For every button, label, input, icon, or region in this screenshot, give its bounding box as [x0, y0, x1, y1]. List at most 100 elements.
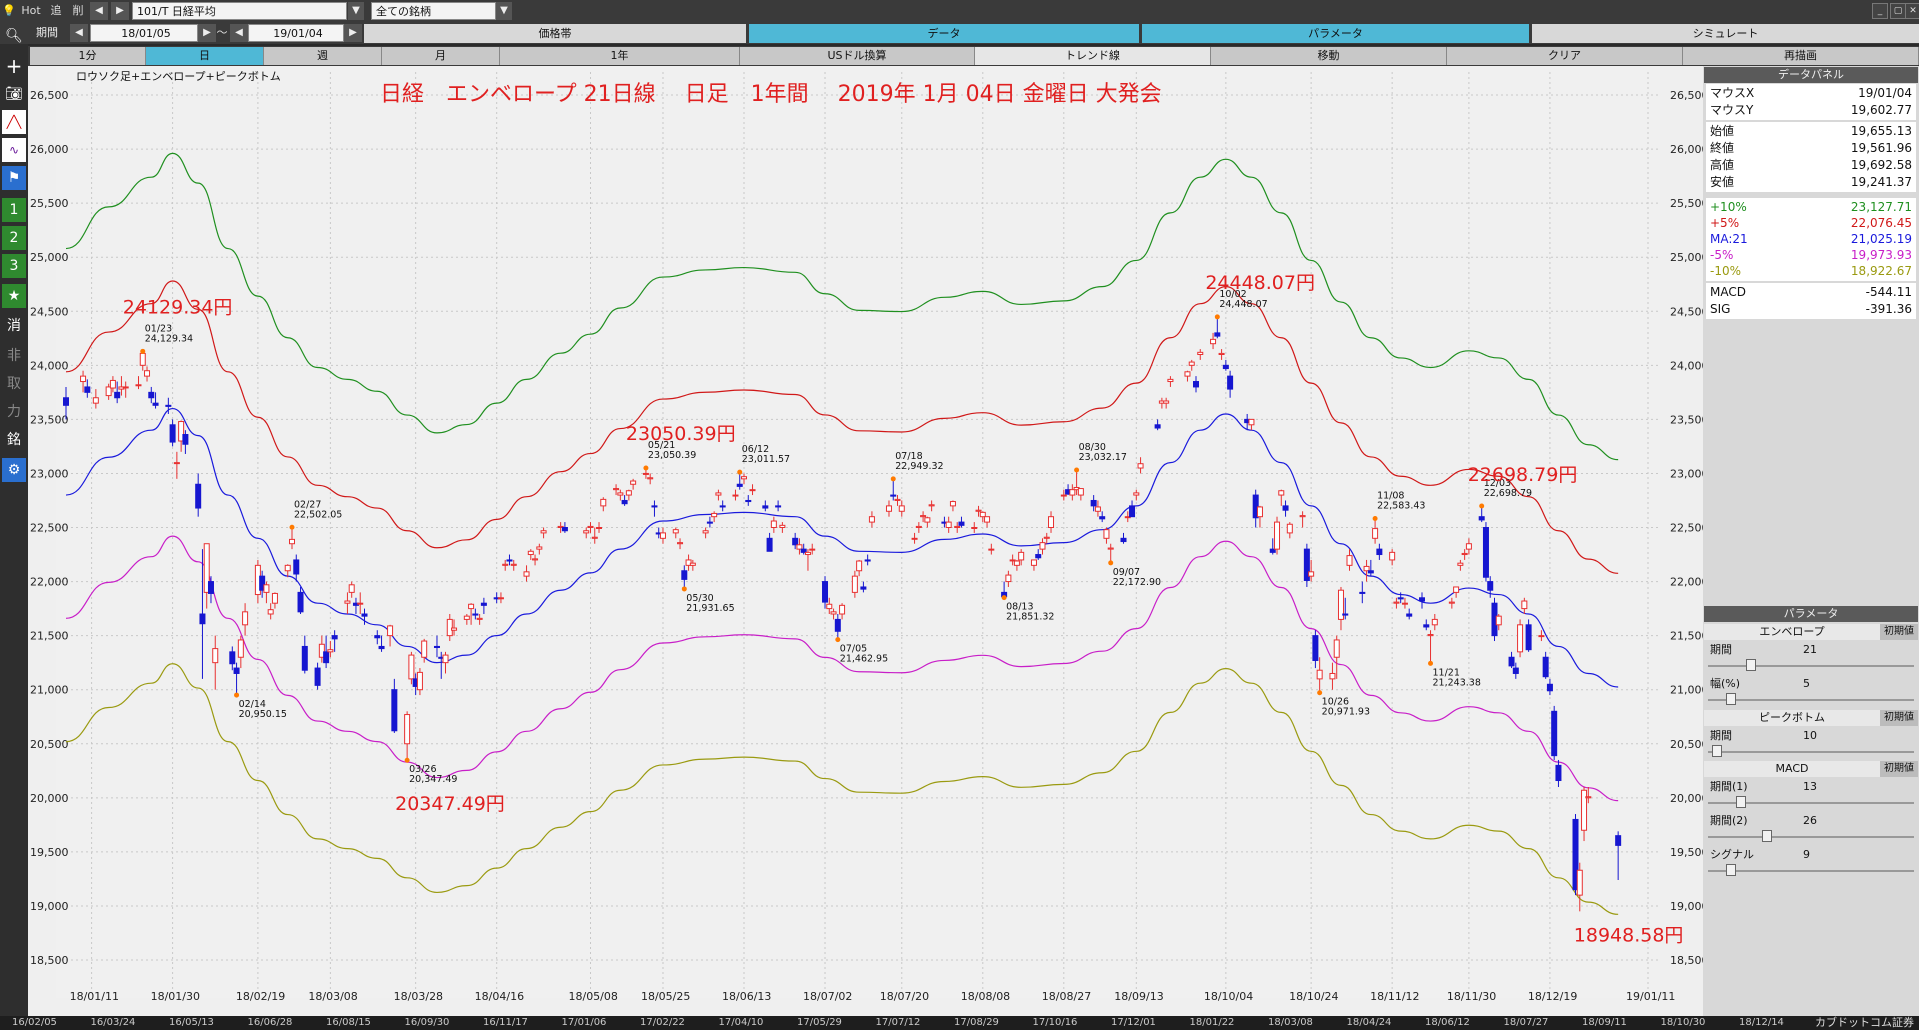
filter-select[interactable]: 全ての銘柄: [371, 2, 496, 20]
x-tick-label: 18/02/19: [236, 990, 285, 1003]
data-row-key: マウスY: [1710, 103, 1754, 117]
peak-bottom-marker: [1317, 690, 1323, 696]
candle-body: [293, 559, 300, 575]
symbol-button[interactable]: 銘: [2, 428, 26, 452]
add-button[interactable]: 追: [46, 2, 66, 20]
tab-1year[interactable]: 1年: [500, 47, 740, 65]
candle-body: [1218, 352, 1225, 356]
candle-body: [1227, 375, 1234, 390]
candle-body: [1555, 764, 1562, 782]
date-from-next-button[interactable]: ▶: [198, 24, 216, 42]
camera-icon[interactable]: 📷︎: [2, 82, 26, 106]
candle-body: [702, 530, 709, 534]
candle-body: [1393, 601, 1400, 604]
y-tick-label-right: 23,000: [1670, 467, 1703, 480]
price-annotation: 22698.79円: [1468, 464, 1578, 486]
candle-body: [284, 564, 291, 572]
usd-convert-button[interactable]: USドル換算: [740, 47, 975, 65]
chart-title: 日経 エンベロープ 21日線 日足 1年間 2019年 1月 04日 金曜日 大…: [380, 82, 1162, 107]
date-to-next-button[interactable]: ▶: [344, 24, 362, 42]
tab-price-band[interactable]: 価格帯: [364, 24, 746, 43]
x-tick-label: 18/08/27: [1042, 990, 1091, 1003]
overview-date-label: 17/01/06: [561, 1017, 607, 1028]
candle-body: [297, 591, 304, 613]
tab-parameters[interactable]: パラメータ: [1142, 24, 1529, 43]
y-tick-label-right: 20,000: [1670, 792, 1703, 805]
candle-body: [1461, 552, 1468, 556]
erase-button[interactable]: 消: [2, 314, 26, 338]
candle-body: [182, 434, 189, 445]
candle-body: [1482, 527, 1489, 578]
data-row: SIG -391.36: [1706, 300, 1916, 319]
peak-bottom-marker: [1001, 595, 1007, 601]
peakbottom-period-slider[interactable]: [1708, 745, 1914, 757]
overview-date-label: 18/07/27: [1503, 1017, 1549, 1028]
chart-alt-icon[interactable]: ∿: [2, 138, 26, 162]
candle-body: [711, 512, 718, 518]
trendline-button[interactable]: トレンド線: [975, 47, 1211, 65]
envelope-width-slider[interactable]: [1708, 693, 1914, 705]
preset-3-button[interactable]: 3: [2, 254, 26, 278]
candle-body: [523, 571, 530, 577]
peakbottom-reset-button[interactable]: 初期値: [1880, 710, 1918, 726]
date-from-field[interactable]: 18/01/05: [90, 24, 198, 42]
crosshair-icon[interactable]: +: [2, 54, 26, 78]
peak-bottom-value: 24,448.07: [1219, 299, 1267, 310]
tab-monthly[interactable]: 月: [382, 47, 500, 65]
filter-dropdown-icon[interactable]: ▼: [496, 2, 512, 20]
candle-body: [979, 511, 986, 518]
x-tick-label: 19/01/11: [1626, 990, 1675, 1003]
candle-body: [1286, 523, 1293, 534]
symbol-dropdown-icon[interactable]: ▼: [348, 2, 364, 20]
tab-weekly[interactable]: 週: [264, 47, 382, 65]
restore-icon[interactable]: ▢: [1890, 3, 1906, 19]
date-to-prev-button[interactable]: ◀: [230, 24, 248, 42]
redraw-button[interactable]: 再描画: [1683, 47, 1919, 65]
macd-sig-slider[interactable]: [1708, 864, 1914, 876]
peak-bottom-marker: [234, 692, 240, 698]
preset-2-button[interactable]: 2: [2, 226, 26, 250]
hide-button[interactable]: 非: [2, 344, 26, 368]
lightbulb-icon[interactable]: 💡: [2, 2, 16, 20]
hot-button[interactable]: Hot: [18, 2, 44, 20]
price-chart[interactable]: 26,500 26,500 26,000 26,000 25,500 25,500 25,0…: [28, 66, 1703, 1016]
candle-body: [630, 480, 637, 485]
macd-reset-button[interactable]: 初期値: [1880, 761, 1918, 777]
macd-p1-slider[interactable]: [1708, 796, 1914, 808]
y-tick-label-left: 20,000: [30, 792, 69, 805]
data-row: -10% 18,922.67: [1706, 262, 1916, 281]
chart-icon[interactable]: ╱╲: [2, 110, 26, 134]
gear-icon[interactable]: ⚙: [2, 458, 26, 482]
candle-body: [1576, 869, 1583, 896]
clear-button[interactable]: クリア: [1447, 47, 1683, 65]
tab-data[interactable]: データ: [749, 24, 1139, 43]
symbol-field[interactable]: 101/T 日経平均: [132, 2, 347, 20]
date-to-field[interactable]: 19/01/04: [248, 24, 344, 42]
flag-icon[interactable]: ⚑: [2, 166, 26, 190]
envelope-period-slider[interactable]: [1708, 659, 1914, 671]
candle-body: [561, 527, 568, 532]
date-from-prev-button[interactable]: ◀: [70, 24, 88, 42]
move-button[interactable]: 移動: [1211, 47, 1447, 65]
search-icon[interactable]: 🔍︎: [2, 24, 26, 48]
macd-p1-value: 13: [1803, 780, 1817, 793]
tab-simulate[interactable]: シミュレート: [1532, 24, 1919, 43]
chart-area[interactable]: 26,500 26,500 26,000 26,000 25,500 25,500 25,0…: [28, 66, 1703, 1016]
tab-1min[interactable]: 1分: [30, 47, 146, 65]
candle-body: [911, 537, 918, 540]
minimize-icon[interactable]: _: [1872, 3, 1888, 19]
candle-body: [468, 603, 475, 610]
fetch-button[interactable]: 取: [2, 372, 26, 396]
prev-symbol-button[interactable]: ◀: [90, 2, 108, 20]
next-symbol-button[interactable]: ▶: [111, 2, 129, 20]
candle-body: [1210, 338, 1217, 345]
delete-button[interactable]: 削: [68, 2, 88, 20]
close-icon[interactable]: ✕: [1905, 3, 1919, 19]
favorite-button[interactable]: ★: [2, 284, 26, 308]
preset-1-button[interactable]: 1: [2, 198, 26, 222]
macd-p2-slider[interactable]: [1708, 830, 1914, 842]
power-button[interactable]: 力: [2, 400, 26, 424]
envelope-reset-button[interactable]: 初期値: [1880, 624, 1918, 640]
left-toolbar: [0, 44, 28, 1030]
tab-daily[interactable]: 日: [146, 47, 264, 65]
